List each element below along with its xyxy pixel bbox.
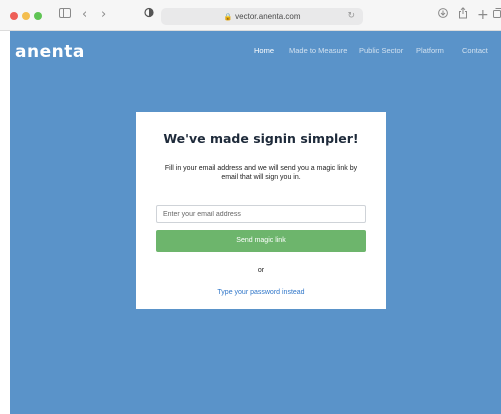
or-separator: or (257, 267, 265, 274)
reload-icon[interactable]: ↻ (347, 10, 355, 23)
signin-title: We've made signin simpler! (163, 131, 359, 146)
nav-home[interactable]: Home (254, 45, 274, 57)
browser-toolbar: ‹ › 🔒 vector.anenta.com ↻ + (0, 0, 501, 31)
plus-icon[interactable]: + (477, 7, 489, 23)
nav-public-sector[interactable]: Public Sector (359, 45, 403, 57)
minimize-window-button[interactable] (22, 12, 30, 20)
main-nav: Home Made to Measure Public Sector Platf… (10, 45, 501, 59)
signin-card: We've made signin simpler! Fill in your … (136, 112, 386, 309)
nav-made-to-measure[interactable]: Made to Measure (289, 45, 347, 57)
email-input[interactable] (156, 205, 366, 223)
address-bar[interactable]: 🔒 vector.anenta.com ↻ (161, 8, 363, 25)
shield-icon[interactable] (144, 7, 154, 23)
signin-description: Fill in your email address and we will s… (164, 165, 358, 181)
share-icon[interactable] (458, 7, 468, 24)
send-magic-link-button[interactable]: Send magic link (156, 230, 366, 252)
password-instead-link[interactable]: Type your password instead (136, 288, 386, 298)
download-icon[interactable] (438, 7, 448, 23)
url-text: vector.anenta.com (235, 12, 301, 21)
chevron-right-icon[interactable]: › (101, 7, 106, 23)
sidebar-icon[interactable] (59, 7, 71, 23)
zoom-window-button[interactable] (34, 12, 42, 20)
tabs-icon[interactable] (493, 7, 501, 23)
page-background: anenta Home Made to Measure Public Secto… (10, 31, 501, 414)
nav-platform[interactable]: Platform (416, 45, 444, 57)
close-window-button[interactable] (10, 12, 18, 20)
chevron-left-icon[interactable]: ‹ (82, 7, 87, 23)
lock-icon: 🔒 (223, 13, 233, 21)
nav-contact[interactable]: Contact (462, 45, 488, 57)
